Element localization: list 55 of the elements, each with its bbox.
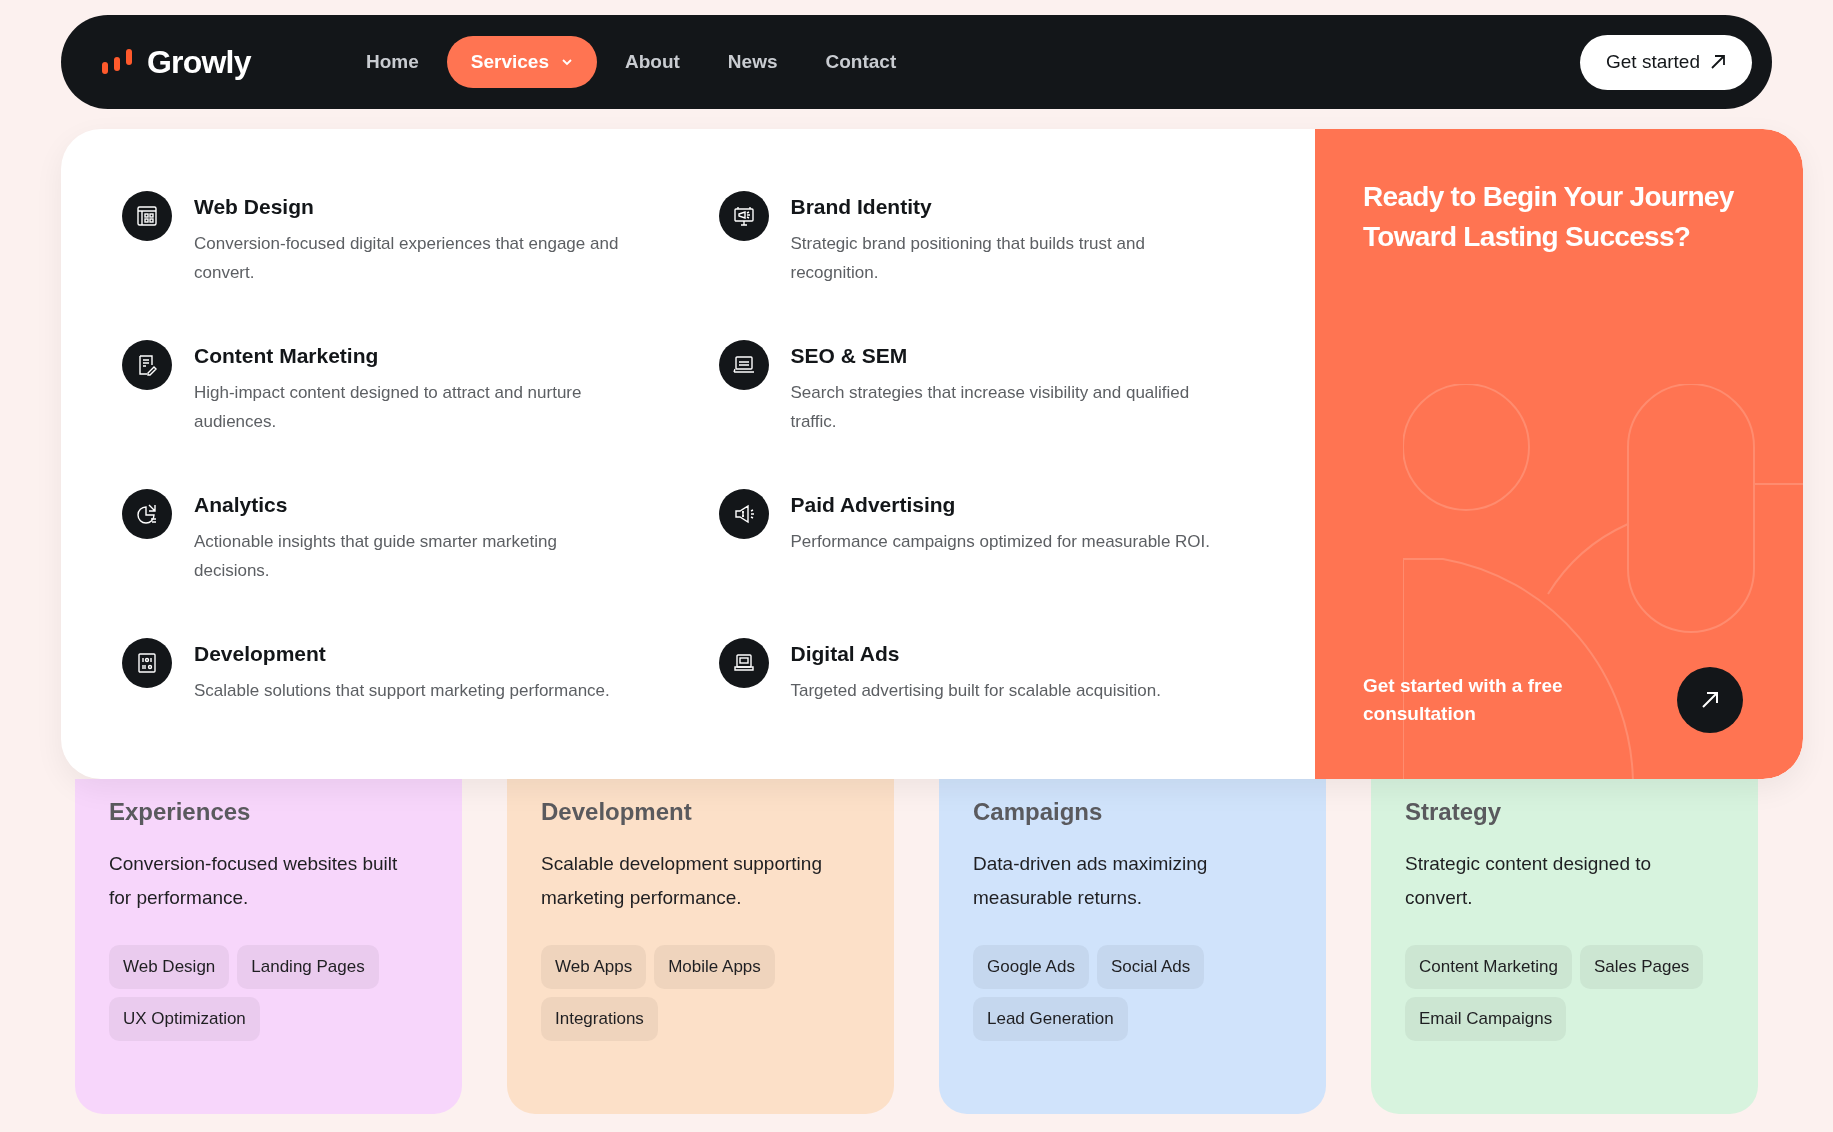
service-icon <box>718 489 769 539</box>
service-icon <box>122 340 172 390</box>
service-icon <box>122 191 172 241</box>
service-description: Strategic brand positioning that builds trust and recognition. <box>790 233 1146 284</box>
tag[interactable]: Content Marketing <box>1405 945 1572 989</box>
promo-heading: Ready to Begin Your Journey Toward Lasting Success? <box>1363 180 1735 254</box>
arrow-up-right-icon <box>1700 690 1720 710</box>
service-icon <box>718 638 769 688</box>
tag[interactable]: Web Apps <box>541 945 647 989</box>
promo-text: Get started with a free consultation <box>1363 674 1564 726</box>
nav-link[interactable]: Contact <box>805 36 917 88</box>
service-icon <box>122 489 172 539</box>
tag[interactable]: Sales Pages <box>1579 945 1704 989</box>
tag[interactable]: Web Design <box>109 945 230 989</box>
nav-link[interactable]: News <box>707 36 798 88</box>
service-link[interactable]: Content Marketing <box>194 342 634 370</box>
service-description: Targeted advertising built for scalable acquisition. <box>790 680 1162 702</box>
tag[interactable]: Mobile Apps <box>654 945 775 989</box>
card-title: Campaigns <box>973 797 1104 827</box>
brand-name[interactable]: Growly <box>147 38 251 86</box>
service-icon <box>718 191 769 241</box>
bars-logo-icon <box>101 48 133 76</box>
service-link[interactable]: Web Design <box>194 193 634 221</box>
arrow-up-right-icon <box>1710 54 1726 70</box>
card-title: Experiences <box>109 797 252 827</box>
card-title: Strategy <box>1405 797 1503 827</box>
service-description: Search strategies that increase visibility and qualified traffic. <box>790 382 1191 433</box>
nav-link[interactable]: About <box>605 36 700 88</box>
service-icon <box>122 638 172 688</box>
service-description: Actionable insights that guide smarter marketing decisions. <box>194 531 558 582</box>
tag[interactable]: Landing Pages <box>237 945 379 989</box>
service-description: Performance campaigns optimized for measurable ROI. <box>790 531 1211 553</box>
card-description: Data-driven ads maximizing measurable returns. <box>973 852 1209 910</box>
service-description: Scalable solutions that support marketing performance. <box>194 680 611 702</box>
nav-link[interactable]: Home <box>346 36 439 88</box>
service-link[interactable]: Digital Ads <box>790 640 1231 668</box>
tag[interactable]: Google Ads <box>973 945 1089 989</box>
tag[interactable]: UX Optimization <box>109 997 260 1041</box>
card-description: Conversion-focused websites built for performance. <box>109 852 399 910</box>
card-description: Scalable development supporting marketing performance. <box>541 852 823 910</box>
service-link[interactable]: Analytics <box>194 491 634 519</box>
service-icon <box>718 340 769 390</box>
service-link[interactable]: Paid Advertising <box>790 491 1231 519</box>
card-description: Strategic content designed to convert. <box>1405 852 1653 910</box>
tag[interactable]: Email Campaigns <box>1405 997 1567 1041</box>
service-description: Conversion-focused digital experiences that engage and convert. <box>194 233 620 284</box>
service-link[interactable]: Brand Identity <box>790 193 1231 221</box>
tag[interactable]: Integrations <box>541 997 658 1041</box>
tag[interactable]: Lead Generation <box>973 997 1128 1041</box>
service-link[interactable]: SEO & SEM <box>790 342 1231 370</box>
card-title: Development <box>541 797 693 827</box>
get-started-button[interactable]: Get started <box>1580 34 1752 90</box>
service-description: High-impact content designed to attract and nurture audiences. <box>194 382 583 433</box>
tag[interactable]: Social Ads <box>1096 945 1205 989</box>
service-link[interactable]: Development <box>194 640 634 668</box>
